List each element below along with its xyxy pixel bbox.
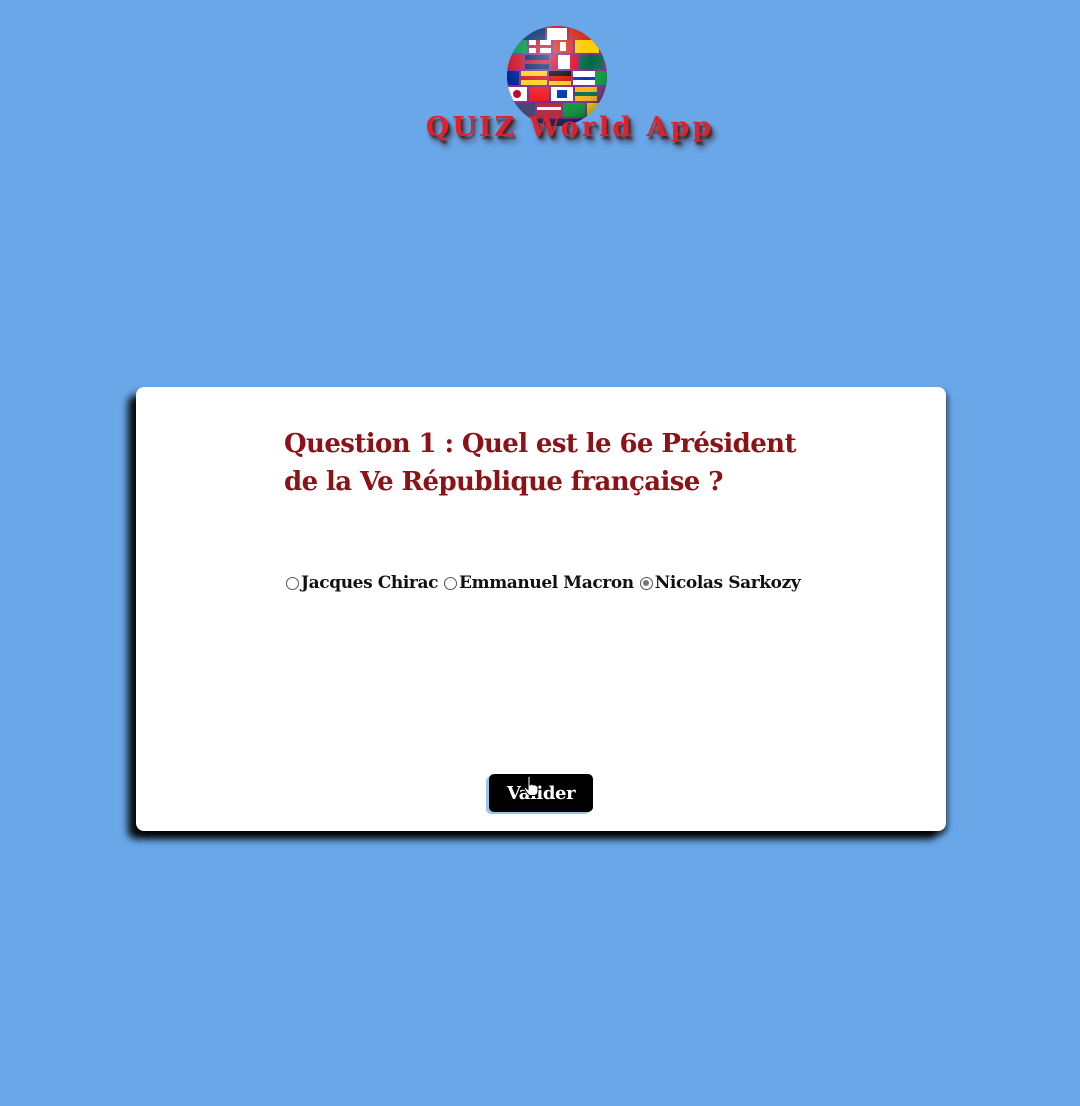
answer-option-nicolas-sarkozy[interactable]: Nicolas Sarkozy — [639, 573, 801, 593]
answer-label: Jacques Chirac — [301, 573, 439, 593]
validate-button[interactable]: Valider — [489, 774, 593, 812]
question-text: Question 1 : Quel est le 6e Président de… — [284, 429, 796, 497]
answer-label: Nicolas Sarkozy — [654, 573, 801, 593]
quiz-card: Question 1 : Quel est le 6e Président de… — [136, 387, 946, 831]
app-title: QUIZ World App — [425, 112, 715, 143]
answer-label: Emmanuel Macron — [459, 573, 634, 593]
answer-option-jacques-chirac[interactable]: Jacques Chirac — [286, 573, 438, 593]
radio-button[interactable] — [444, 576, 458, 590]
hand-pointer-icon — [523, 776, 539, 796]
radio-button-selected[interactable] — [639, 576, 653, 590]
answer-options: Jacques Chirac Emmanuel Macron Nicolas S… — [286, 573, 806, 593]
answer-option-emmanuel-macron[interactable]: Emmanuel Macron — [444, 573, 634, 593]
radio-button[interactable] — [286, 576, 299, 590]
